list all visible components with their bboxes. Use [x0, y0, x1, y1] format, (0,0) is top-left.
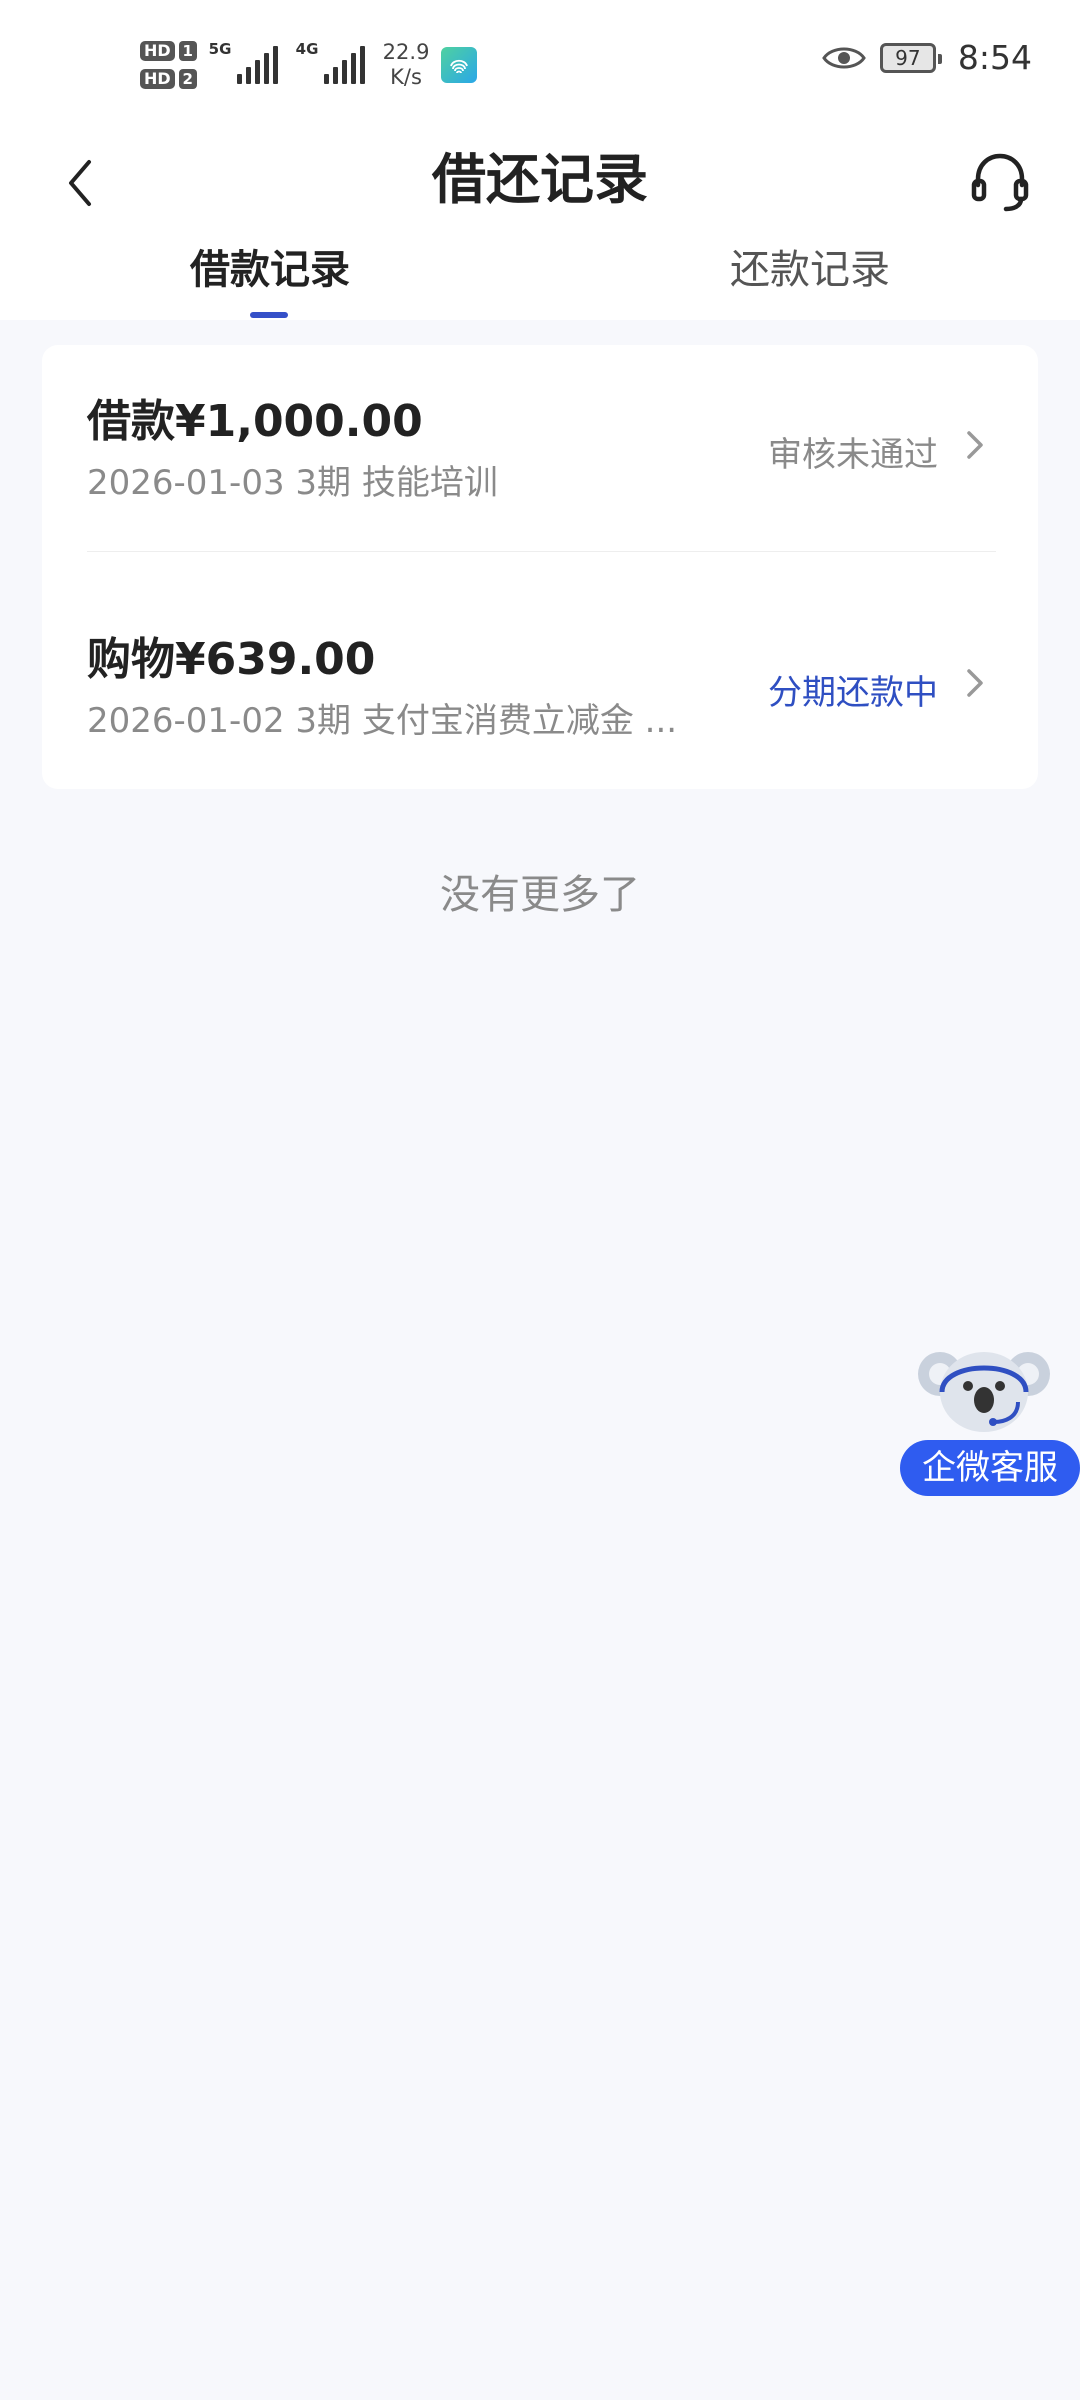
- koala-mascot-icon: [918, 1352, 1050, 1432]
- hd-indicators: HD 1 HD 2: [140, 41, 197, 89]
- hd-badge-2: HD: [140, 69, 175, 89]
- record-amount: 购物¥639.00: [87, 634, 376, 685]
- sim2-network-type: 4G: [295, 40, 319, 58]
- fingerprint-icon: [450, 59, 469, 74]
- sim1-network-type: 5G: [208, 40, 232, 58]
- status-right: 97 8:54: [822, 38, 1032, 77]
- page-title: 借还记录: [432, 148, 648, 211]
- tab-borrow-records[interactable]: 借款记录: [70, 240, 470, 320]
- record-status: 审核未通过: [768, 435, 938, 475]
- hd-badge-1: HD: [140, 41, 175, 61]
- customer-service-button[interactable]: [964, 142, 1036, 222]
- sim1-signal-icon: 5G: [209, 40, 278, 84]
- record-status: 分期还款中: [768, 673, 938, 713]
- record-details: 2026-01-03 3期 技能培训: [87, 463, 498, 503]
- network-speed: 22.9 K/s: [383, 40, 430, 90]
- sim-1-number: 1: [178, 41, 197, 61]
- clock: 8:54: [957, 38, 1032, 77]
- list-end-text: 没有更多了: [440, 872, 640, 918]
- records-card: 借款¥1,000.00 2026-01-03 3期 技能培训 审核未通过 购物¥…: [42, 345, 1038, 789]
- list-item[interactable]: 购物¥639.00 2026-01-02 3期 支付宝消费立减金 ... 分期还…: [42, 565, 1038, 785]
- battery-level: 97: [895, 45, 921, 70]
- battery-icon: 97: [879, 42, 942, 73]
- sim2-signal-icon: 4G: [296, 40, 365, 84]
- active-tab-indicator: [250, 312, 288, 318]
- tab-repay-records[interactable]: 还款记录: [610, 240, 1010, 320]
- list-item[interactable]: 借款¥1,000.00 2026-01-03 3期 技能培训 审核未通过: [42, 345, 1038, 565]
- nav-bar: 借还记录: [0, 130, 1080, 240]
- divider: [87, 551, 996, 552]
- notification-app-icon: [441, 47, 478, 83]
- status-bar: HD 1 HD 2 5G 4G 22.9 K/s 97 8:54: [0, 0, 1080, 130]
- floating-service-label: 企微客服: [900, 1440, 1080, 1496]
- record-tabs: 借款记录 还款记录: [0, 240, 1080, 320]
- eye-icon: [822, 47, 866, 68]
- chevron-right-icon: [960, 425, 990, 465]
- floating-service-button[interactable]: 企微客服: [900, 1340, 1080, 1500]
- network-speed-unit: K/s: [390, 65, 422, 89]
- record-amount: 借款¥1,000.00: [87, 396, 423, 447]
- sim-2-number: 2: [178, 69, 197, 89]
- chevron-right-icon: [960, 663, 990, 703]
- status-left: HD 1 HD 2 5G 4G 22.9 K/s: [140, 30, 478, 100]
- record-details: 2026-01-02 3期 支付宝消费立减金 ...: [87, 701, 678, 741]
- network-speed-value: 22.9: [382, 40, 430, 64]
- headset-icon: [971, 153, 1029, 212]
